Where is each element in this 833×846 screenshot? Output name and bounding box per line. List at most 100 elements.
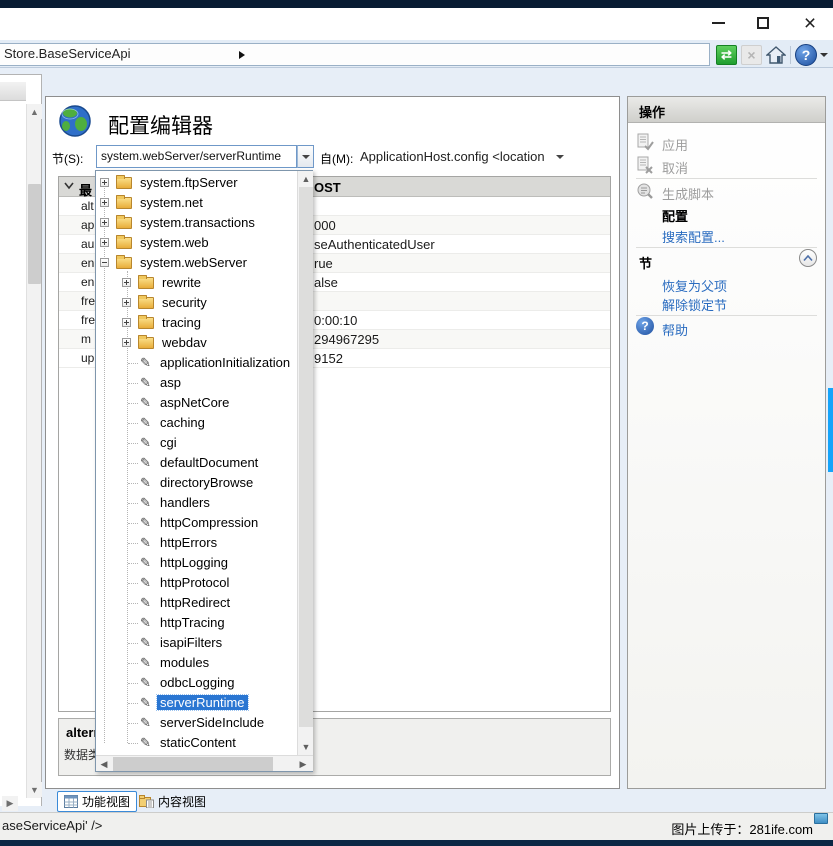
tree-guide-stub <box>128 643 138 644</box>
collapse-minus-icon[interactable] <box>100 258 109 267</box>
connections-vertical-scrollbar[interactable]: ▲ ▼ <box>26 104 41 798</box>
scroll-down-icon[interactable]: ▼ <box>27 782 42 797</box>
tree-item-applicationInitialization[interactable]: ✎applicationInitialization <box>96 353 296 373</box>
globe-icon <box>58 104 92 138</box>
tree-item-asp[interactable]: ✎ asp <box>96 373 296 393</box>
tree-item-webdav[interactable]: webdav <box>96 333 296 353</box>
tree-item-system.ftpServer[interactable]: system.ftpServer <box>96 173 296 193</box>
tree-item-httpLogging[interactable]: ✎httpLogging <box>96 553 296 573</box>
apply-button[interactable]: 应用 <box>662 135 688 154</box>
expand-plus-icon[interactable] <box>122 338 131 347</box>
tree-guide-stub <box>128 663 138 664</box>
tree-item-cgi[interactable]: ✎cgi <box>96 433 296 453</box>
tree-item-isapiFilters[interactable]: ✎isapiFilters <box>96 633 296 653</box>
scroll-up-icon[interactable]: ▲ <box>27 104 42 119</box>
scrollbar-thumb[interactable] <box>113 757 273 771</box>
tree-guide-stub <box>128 723 138 724</box>
tree-item-label: httpErrors <box>160 535 217 550</box>
minimize-icon <box>712 22 725 24</box>
tree-item-security[interactable]: security <box>96 293 296 313</box>
stop-button[interactable]: × <box>741 45 762 65</box>
tab-features-view[interactable]: 功能视图 <box>57 791 137 812</box>
close-button[interactable]: × <box>790 8 830 38</box>
property-name: en <box>81 256 94 270</box>
section-pencil-icon: ✎ <box>140 375 151 391</box>
collapse-chevron-icon[interactable] <box>64 182 74 190</box>
unlock-section-link[interactable]: 解除锁定节 <box>662 295 727 314</box>
expand-plus-icon[interactable] <box>122 318 131 327</box>
scrollbar-thumb[interactable] <box>28 184 41 284</box>
tree-guide-stub <box>128 563 138 564</box>
watermark-text: 图片上传于：281ife.com <box>671 819 813 838</box>
tree-item-handlers[interactable]: ✎handlers <box>96 493 296 513</box>
section-combobox-dropdown-button[interactable] <box>297 145 314 168</box>
collapse-section-button[interactable] <box>799 249 817 267</box>
help-button[interactable]: ? <box>795 44 817 66</box>
tree-item-label: asp <box>160 375 181 390</box>
property-name: au <box>81 237 94 251</box>
tree-item-caching[interactable]: ✎caching <box>96 413 296 433</box>
expand-plus-icon[interactable] <box>100 198 109 207</box>
expand-plus-icon[interactable] <box>100 238 109 247</box>
scrollbar-thumb[interactable] <box>299 187 313 727</box>
tree-item-httpRedirect[interactable]: ✎httpRedirect <box>96 593 296 613</box>
scroll-right-icon[interactable]: ▶ <box>295 756 311 772</box>
tree-item-tracing[interactable]: tracing <box>96 313 296 333</box>
dropdown-vertical-scrollbar[interactable]: ▲ ▼ <box>297 171 313 755</box>
from-chevron-down-icon[interactable] <box>556 155 564 159</box>
generate-script-button[interactable]: 生成脚本 <box>662 184 714 203</box>
tree-item-label: aspNetCore <box>160 395 229 410</box>
connections-horizontal-scroll-right-icon[interactable]: ▶ <box>2 796 18 811</box>
minimize-button[interactable] <box>698 8 738 38</box>
tree-item-label: tracing <box>162 315 201 330</box>
tree-item-system.web[interactable]: system.web <box>96 233 296 253</box>
tree-item-label: applicationInitialization <box>160 355 290 370</box>
tree-item-httpTracing[interactable]: ✎httpTracing <box>96 613 296 633</box>
home-button[interactable] <box>765 45 786 65</box>
tree-item-httpErrors[interactable]: ✎httpErrors <box>96 533 296 553</box>
tree-item-serverSideInclude[interactable]: ✎serverSideInclude <box>96 713 296 733</box>
tree-item-defaultDocument[interactable]: ✎defaultDocument <box>96 453 296 473</box>
property-name: fre <box>81 313 95 327</box>
tree-guide-stub <box>128 383 138 384</box>
tree-item-system.net[interactable]: system.net <box>96 193 296 213</box>
help-link[interactable]: 帮助 <box>662 320 688 339</box>
maximize-button[interactable] <box>743 8 783 38</box>
section-pencil-icon: ✎ <box>140 575 151 591</box>
tree-item-label: security <box>162 295 207 310</box>
expand-plus-icon[interactable] <box>122 298 131 307</box>
tree-item-system.transactions[interactable]: system.transactions <box>96 213 296 233</box>
cancel-button[interactable]: 取消 <box>662 158 688 177</box>
expand-plus-icon[interactable] <box>100 178 109 187</box>
tree-item-httpCompression[interactable]: ✎httpCompression <box>96 513 296 533</box>
tree-item-system.webServer[interactable]: system.webServer <box>96 253 296 273</box>
tree-item-directoryBrowse[interactable]: ✎directoryBrowse <box>96 473 296 493</box>
expand-plus-icon[interactable] <box>100 218 109 227</box>
scroll-up-icon[interactable]: ▲ <box>298 171 314 187</box>
folder-icon <box>138 317 154 329</box>
folder-icon <box>116 257 132 269</box>
scroll-left-icon[interactable]: ◀ <box>96 756 112 772</box>
revert-to-parent-link[interactable]: 恢复为父项 <box>662 276 727 295</box>
tab-content-view[interactable]: 内容视图 <box>133 791 212 812</box>
tree-item-label: odbcLogging <box>160 675 234 690</box>
tree-item-staticContent[interactable]: ✎staticContent <box>96 733 296 753</box>
tree-item-rewrite[interactable]: rewrite <box>96 273 296 293</box>
help-dropdown-caret-icon[interactable] <box>820 53 828 57</box>
scroll-down-icon[interactable]: ▼ <box>298 739 314 755</box>
breadcrumb-chevron-icon[interactable] <box>239 51 245 59</box>
section-tree: system.ftpServersystem.netsystem.transac… <box>96 171 297 755</box>
tree-item-httpProtocol[interactable]: ✎httpProtocol <box>96 573 296 593</box>
refresh-button[interactable]: ⇄ <box>716 45 737 65</box>
expand-plus-icon[interactable] <box>122 278 131 287</box>
from-combobox-value[interactable]: ApplicationHost.config <location <box>360 149 545 164</box>
tree-item-odbcLogging[interactable]: ✎odbcLogging <box>96 673 296 693</box>
tree-item-aspNetCore[interactable]: ✎aspNetCore <box>96 393 296 413</box>
section-pencil-icon: ✎ <box>140 455 151 471</box>
tree-item-serverRuntime[interactable]: ✎serverRuntime <box>96 693 296 713</box>
dropdown-horizontal-scrollbar[interactable]: ◀ ▶ <box>96 755 313 771</box>
tree-item-label: webdav <box>162 335 207 350</box>
search-config-link[interactable]: 搜索配置... <box>662 227 725 246</box>
tree-item-modules[interactable]: ✎modules <box>96 653 296 673</box>
folder-icon <box>138 277 154 289</box>
